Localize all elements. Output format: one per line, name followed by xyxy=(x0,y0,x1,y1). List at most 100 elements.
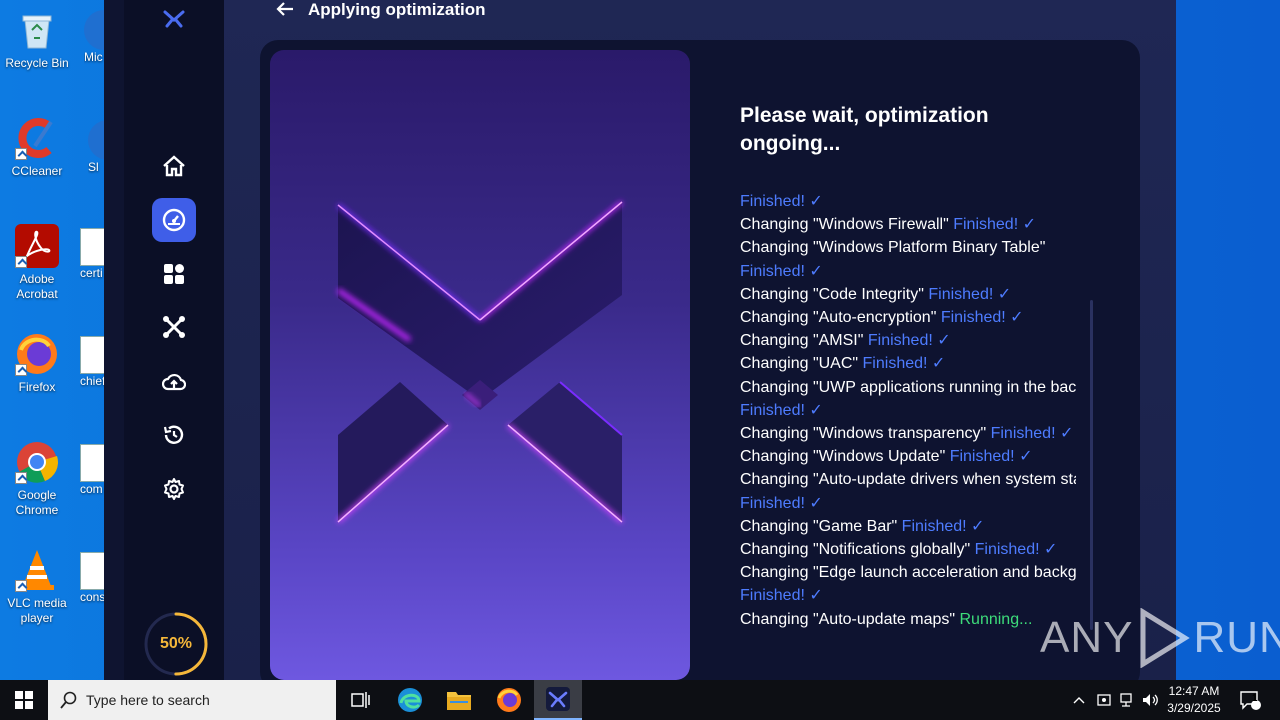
play-icon xyxy=(1140,608,1191,668)
speedometer-icon xyxy=(162,208,186,232)
status-finished: Finished! ✓ xyxy=(990,425,1074,443)
desktop-icon-partial[interactable]: chief xyxy=(80,336,104,398)
desktop-icon-ccleaner[interactable]: CCleaner xyxy=(1,116,73,179)
log-line: Changing "UAC" Finished! ✓ xyxy=(740,352,1076,375)
grid-icon xyxy=(164,264,184,284)
log-line: Changing "Edge launch acceleration and b… xyxy=(740,561,1076,584)
nav-apps[interactable] xyxy=(152,252,196,296)
desktop-icon-label: Recycle Bin xyxy=(5,56,69,70)
optimizer-app-window: 50% Applying optimization Please wait, o… xyxy=(104,0,1176,680)
nav-optimize[interactable] xyxy=(152,198,196,242)
desktop-icon-label: certi xyxy=(80,266,103,280)
tray-volume[interactable] xyxy=(1140,680,1162,720)
nav-cloud[interactable] xyxy=(152,360,196,404)
desktop-icon-label: Firefox xyxy=(18,380,56,394)
desktop-icon-label: Sl xyxy=(88,160,99,174)
tray-device[interactable] xyxy=(1093,680,1115,720)
firefox-icon xyxy=(15,332,59,376)
nav-tweaks[interactable] xyxy=(152,305,196,349)
desktop-icon-vlc[interactable]: VLC media player xyxy=(1,548,73,626)
desktop-icon-label: CCleaner xyxy=(11,164,63,178)
task-view-icon xyxy=(351,692,370,708)
folder-icon xyxy=(447,692,471,710)
taskbar-clock[interactable]: 12:47 AM 3/29/2025 xyxy=(1162,683,1226,717)
taskbar-optimizer-app[interactable] xyxy=(534,680,582,720)
action-center-button[interactable]: 1 xyxy=(1232,680,1268,720)
desktop-icon-partial[interactable]: Sl xyxy=(88,120,104,180)
progress-percent: 50% xyxy=(159,635,193,652)
status-finished: Finished! ✓ xyxy=(940,309,1024,327)
desktop-icon-partial[interactable]: Mic E xyxy=(84,10,104,90)
notification-count: 1 xyxy=(1252,693,1258,704)
log-line-text: Changing "UAC" xyxy=(740,355,863,373)
sidebar: 50% xyxy=(124,0,224,680)
desktop-icon-label: chief xyxy=(80,374,104,388)
taskbar-edge[interactable] xyxy=(386,680,434,720)
history-icon xyxy=(163,425,184,444)
desktop-icon-label: com xyxy=(80,482,103,496)
hero-x-artwork xyxy=(270,50,690,680)
status-finished: Finished! ✓ xyxy=(928,285,1012,303)
desktop-icon-partial[interactable]: cons xyxy=(80,552,104,614)
log-line-text: Changing "Windows Firewall" xyxy=(740,216,954,234)
status-finished: Finished! ✓ xyxy=(740,262,823,280)
log-line-text: Changing "Auto-update drivers when syste… xyxy=(740,471,1076,489)
cloud-upload-icon xyxy=(162,373,186,391)
log-line-text: Changing "Auto-encryption" xyxy=(740,309,941,327)
x-logo-icon[interactable] xyxy=(162,6,186,30)
page-title: Applying optimization xyxy=(308,0,486,19)
status-finished: Finished! ✓ xyxy=(901,517,985,535)
firefox-icon xyxy=(497,688,521,712)
status-finished: Finished! ✓ xyxy=(740,401,823,419)
log-line: Changing "Windows Platform Binary Table" xyxy=(740,236,1076,259)
status-finished: Finished! ✓ xyxy=(953,216,1036,234)
search-icon xyxy=(60,691,77,709)
log-line-text: Changing "Auto-update maps" xyxy=(740,610,960,628)
anyrun-watermark: ANY RUN xyxy=(1040,608,1280,668)
desktop-icon-label: Mic E xyxy=(84,50,104,64)
nav-settings[interactable] xyxy=(152,467,196,511)
gear-icon xyxy=(164,478,184,500)
taskbar: Type here to search 12:47 AM 3/29/2025 1 xyxy=(0,680,1280,720)
arrow-left-icon[interactable] xyxy=(276,1,294,19)
task-view-button[interactable] xyxy=(336,680,384,720)
log-scrollbar[interactable] xyxy=(1090,300,1093,630)
log-line: Changing "Auto-update drivers when syste… xyxy=(740,468,1076,491)
desktop-icon-google-chrome[interactable]: Google Chrome xyxy=(1,440,73,518)
clock-date: 3/29/2025 xyxy=(1167,701,1221,715)
desktop-icon-firefox[interactable]: Firefox xyxy=(1,332,73,395)
nav-history[interactable] xyxy=(152,413,196,457)
chrome-icon xyxy=(15,440,59,484)
recycle-bin-icon xyxy=(15,8,59,52)
nav-home[interactable] xyxy=(152,144,196,188)
log-line-text: Changing "UWP applications running in th… xyxy=(740,378,1076,396)
status-finished: Finished! ✓ xyxy=(740,587,823,605)
status-finished: Finished! ✓ xyxy=(974,541,1058,559)
tray-network[interactable] xyxy=(1116,680,1138,720)
start-button[interactable] xyxy=(0,680,48,720)
vlc-icon xyxy=(15,548,59,592)
status-finished: Finished! ✓ xyxy=(862,355,946,373)
log-line: Changing "Auto-encryption" Finished! ✓ xyxy=(740,306,1076,329)
log-line: Finished! ✓ xyxy=(740,584,1076,607)
log-line: Changing "Windows Firewall" Finished! ✓ xyxy=(740,213,1076,236)
desktop-icon-label: cons xyxy=(80,590,104,604)
taskbar-firefox[interactable] xyxy=(485,680,533,720)
log-line-text: Changing "Code Integrity" xyxy=(740,285,929,303)
window-edge xyxy=(104,0,124,680)
desktop-icon-label: Google Chrome xyxy=(15,488,59,517)
log-line-text: Changing "Windows Platform Binary Table" xyxy=(740,239,1046,257)
taskbar-file-explorer[interactable] xyxy=(435,680,483,720)
log-line: Changing "UWP applications running in th… xyxy=(740,376,1076,399)
desktop-icon-partial[interactable]: com xyxy=(80,444,104,506)
acrobat-icon xyxy=(15,224,59,268)
taskbar-search[interactable]: Type here to search xyxy=(48,680,336,720)
tray-overflow[interactable] xyxy=(1068,680,1090,720)
desktop-icon-partial[interactable]: certi xyxy=(80,228,104,290)
log-line: Finished! ✓ xyxy=(740,399,1076,422)
log-line: Finished! ✓ xyxy=(740,492,1076,515)
desktop-icon-recycle-bin[interactable]: Recycle Bin xyxy=(1,8,73,71)
chevron-up-icon xyxy=(1073,697,1085,704)
log-line: Changing "Windows Update" Finished! ✓ xyxy=(740,445,1076,468)
desktop-icon-adobe-acrobat[interactable]: Adobe Acrobat xyxy=(1,224,73,302)
